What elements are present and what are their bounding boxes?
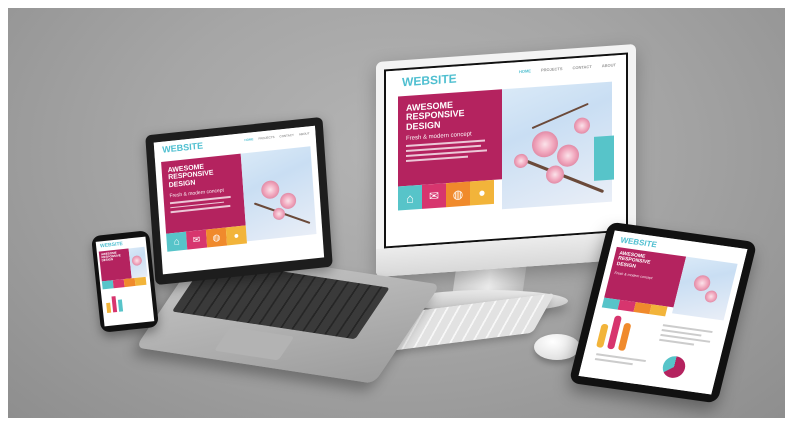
nav-projects[interactable]: PROJECTS	[258, 135, 274, 141]
website-tablet-page: WEBSITE AWESOME RESPONSIVE DESIGN Fresh …	[578, 230, 748, 395]
bar-graphic	[595, 314, 654, 354]
home-icon[interactable]: ⌂	[166, 231, 188, 252]
laptop: WEBSITE HOME PROJECTS CONTACT ABOUT AWES…	[145, 116, 333, 286]
smartphone: WEBSITE AWESOME RESPONSIVE DESIGN	[91, 230, 159, 333]
home-icon[interactable]: ⌂	[398, 184, 422, 211]
nav-home[interactable]: HOME	[519, 68, 531, 74]
nav-projects[interactable]: PROJECTS	[541, 66, 563, 73]
nav-about[interactable]: ABOUT	[299, 131, 310, 136]
nav-home[interactable]: HOME	[244, 137, 253, 142]
site-hero: AWESOME RESPONSIVE DESIGN Fresh & modern…	[604, 246, 687, 308]
globe-icon[interactable]: ◍	[205, 227, 228, 248]
hero-photo	[128, 246, 148, 279]
mini-bar-graphic	[105, 293, 127, 314]
site-brand: WEBSITE	[402, 71, 457, 90]
site-brand: WEBSITE	[99, 241, 124, 250]
laptop-trackpad	[214, 326, 295, 361]
accent-strip	[594, 135, 614, 181]
user-icon[interactable]: ●	[470, 179, 494, 206]
site-hero: AWESOME RESPONSIVE DESIGN Fresh & modern…	[398, 89, 502, 187]
site-brand: WEBSITE	[161, 140, 204, 155]
nav-contact[interactable]: CONTACT	[573, 64, 592, 70]
nav-contact[interactable]: CONTACT	[279, 133, 294, 139]
nav-about[interactable]: ABOUT	[602, 62, 616, 68]
site-nav: HOME PROJECTS CONTACT ABOUT	[244, 131, 309, 142]
text-lines	[659, 324, 713, 348]
desktop-monitor: WEBSITE HOME PROJECTS CONTACT ABOUT AWES…	[376, 43, 636, 278]
mouse	[534, 334, 580, 360]
text-lines	[594, 353, 647, 367]
scene: WEBSITE HOME PROJECTS CONTACT ABOUT AWES…	[8, 8, 785, 418]
hero-headline: AWESOME RESPONSIVE DESIGN	[167, 163, 214, 189]
globe-icon[interactable]: ◍	[446, 181, 470, 208]
mail-icon[interactable]: ✉	[422, 183, 446, 209]
website-mobile: WEBSITE AWESOME RESPONSIVE DESIGN	[95, 236, 155, 327]
user-icon[interactable]: ●	[225, 225, 247, 246]
website-tablet: WEBSITE AWESOME RESPONSIVE DESIGN Fresh …	[578, 230, 748, 395]
hero-body-text	[406, 139, 494, 163]
hero-headline: AWESOME RESPONSIVE DESIGN	[406, 99, 465, 132]
site-hero: AWESOME RESPONSIVE DESIGN	[98, 248, 132, 282]
site-nav: HOME PROJECTS CONTACT ABOUT	[519, 62, 616, 74]
website-laptop: WEBSITE HOME PROJECTS CONTACT ABOUT AWES…	[153, 125, 325, 275]
mail-icon[interactable]: ✉	[186, 229, 208, 250]
site-hero: AWESOME RESPONSIVE DESIGN Fresh & modern…	[161, 153, 246, 234]
hero-headline: AWESOME RESPONSIVE DESIGN	[100, 250, 121, 263]
monitor-screen: WEBSITE HOME PROJECTS CONTACT ABOUT AWES…	[384, 52, 628, 249]
hero-photo	[240, 146, 317, 242]
pie-graphic	[660, 354, 688, 380]
website-desktop: WEBSITE HOME PROJECTS CONTACT ABOUT AWES…	[386, 54, 626, 247]
